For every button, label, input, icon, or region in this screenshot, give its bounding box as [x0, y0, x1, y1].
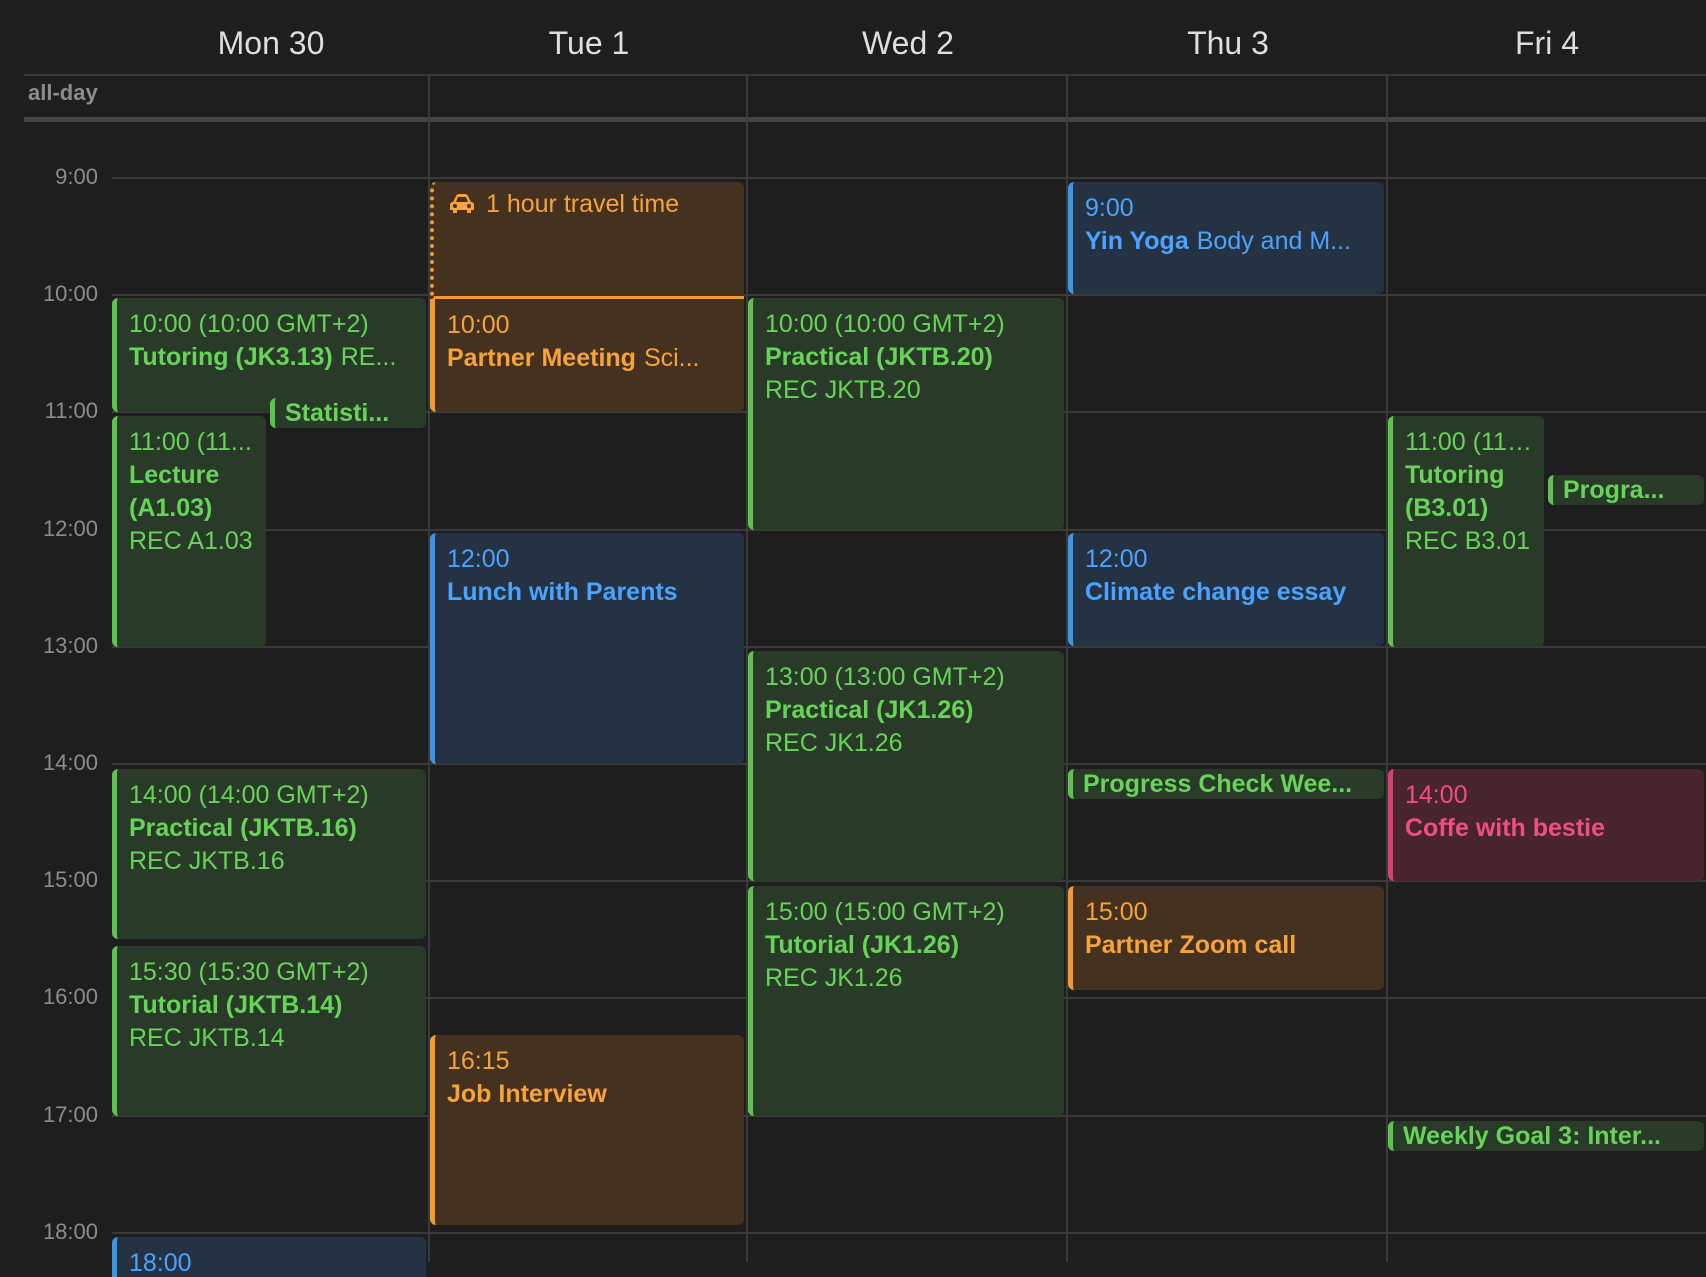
event-time: 14:00	[1405, 781, 1468, 809]
event-time: 15:00	[1085, 898, 1148, 926]
event-statistics[interactable]: Statisti...	[270, 398, 426, 428]
hour-label: 13:00	[42, 633, 98, 658]
day-header-fri[interactable]: Fri 4	[1388, 18, 1706, 68]
event-1800[interactable]: 18:00	[112, 1237, 426, 1277]
hour-label: 15:00	[42, 867, 98, 892]
event-title: Practical (JKTB.16)	[129, 814, 357, 842]
day-header-wed[interactable]: Wed 2	[748, 18, 1068, 68]
event-time: 14:00 (14:00 GMT+2)	[129, 781, 369, 809]
day-header-thu[interactable]: Thu 3	[1068, 18, 1388, 68]
event-location: REC JKTB.20	[765, 376, 921, 404]
event-title: Coffe with bestie	[1405, 814, 1606, 842]
travel-time-block[interactable]: 1 hour travel time	[430, 182, 744, 299]
event-time: 12:00	[1085, 545, 1148, 573]
event-title: Tutorial (JK1.26)	[765, 931, 960, 959]
event-time: 15:00 (15:00 GMT+2)	[765, 898, 1005, 926]
event-title: Job Interview	[447, 1080, 607, 1108]
column-divider	[1386, 75, 1388, 1262]
hour-label: 17:00	[42, 1102, 98, 1127]
hour-label: 12:00	[42, 516, 98, 541]
event-tutorial-jktb14[interactable]: 15:30 (15:30 GMT+2) Tutorial (JKTB.14) R…	[112, 946, 426, 1116]
event-job-interview[interactable]: 16:15 Job Interview	[430, 1035, 744, 1225]
hour-label: 18:00	[42, 1219, 98, 1244]
hour-label: 9:00	[55, 164, 98, 189]
event-progress-check[interactable]: Progress Check Wee...	[1068, 769, 1384, 799]
hour-label: 10:00	[42, 281, 98, 306]
event-location: REC B3.01	[1405, 527, 1531, 555]
event-title: Practical (JKTB.20)	[765, 343, 993, 371]
event-time: 12:00	[447, 545, 510, 573]
week-calendar: Mon 30 Tue 1 Wed 2 Thu 3 Fri 4 all-day 9…	[0, 0, 1706, 1277]
event-location: REC JKTB.16	[129, 847, 285, 875]
car-icon	[450, 194, 474, 213]
event-practical-jktb16[interactable]: 14:00 (14:00 GMT+2) Practical (JKTB.16) …	[112, 769, 426, 939]
event-coffee-with-bestie[interactable]: 14:00 Coffe with bestie	[1388, 769, 1704, 881]
hour-label: 16:00	[42, 984, 98, 1009]
event-tutoring-jk313[interactable]: 10:00 (10:00 GMT+2) Tutoring (JK3.13) RE.…	[112, 298, 426, 412]
event-time: 18:00	[129, 1249, 192, 1277]
event-subtitle: Body and M...	[1196, 227, 1351, 255]
allday-label: all-day	[28, 80, 98, 105]
event-tutorial-jk126[interactable]: 15:00 (15:00 GMT+2) Tutorial (JK1.26) RE…	[748, 886, 1064, 1116]
hour-label: 11:00	[44, 398, 98, 423]
event-title: Yin Yoga	[1085, 227, 1189, 255]
event-title: Tutoring (B3.01)	[1405, 461, 1505, 522]
day-header-mon[interactable]: Mon 30	[112, 18, 430, 68]
event-location: REC A1.03	[129, 527, 253, 555]
event-title: Lecture (A1.03)	[129, 461, 220, 522]
event-time: 15:30 (15:30 GMT+2)	[129, 958, 369, 986]
event-title: Partner Meeting	[447, 344, 636, 372]
allday-divider	[24, 117, 1706, 122]
event-time: 13:00 (13:00 GMT+2)	[765, 663, 1005, 691]
hour-line	[112, 177, 1706, 179]
event-climate-change-essay[interactable]: 12:00 Climate change essay	[1068, 533, 1384, 646]
event-title: Climate change essay	[1085, 578, 1347, 606]
event-practical-jktb20[interactable]: 10:00 (10:00 GMT+2) Practical (JKTB.20) …	[748, 298, 1064, 530]
event-title: Partner Zoom call	[1085, 931, 1297, 959]
event-time: 10:00 (10:00 GMT+2)	[129, 310, 369, 338]
event-location: RE...	[340, 343, 397, 371]
event-programming[interactable]: Progra...	[1548, 475, 1704, 505]
event-location: REC JKTB.14	[129, 1024, 285, 1052]
event-time: 11:00 (11:...	[1405, 428, 1534, 456]
event-lecture-a103[interactable]: 11:00 (11... Lecture (A1.03) REC A1.03	[112, 416, 266, 647]
event-title: Tutorial (JKTB.14)	[129, 991, 343, 1019]
event-time: 10:00	[447, 311, 510, 339]
event-tutoring-b301[interactable]: 11:00 (11:... Tutoring (B3.01) REC B3.01	[1388, 416, 1544, 647]
hour-line	[112, 294, 1706, 296]
hour-line	[112, 1232, 1706, 1234]
event-weekly-goal-3[interactable]: Weekly Goal 3: Inter...	[1388, 1121, 1704, 1151]
header-divider	[24, 74, 1706, 76]
event-subtitle: Sci...	[643, 344, 700, 372]
event-location: REC JK1.26	[765, 729, 903, 757]
event-title: Tutoring (JK3.13)	[129, 343, 333, 371]
event-time: 16:15	[447, 1047, 510, 1075]
event-practical-jk126[interactable]: 13:00 (13:00 GMT+2) Practical (JK1.26) R…	[748, 651, 1064, 881]
hour-label: 14:00	[42, 750, 98, 775]
day-header-tue[interactable]: Tue 1	[430, 18, 748, 68]
event-partner-meeting[interactable]: 10:00 Partner Meeting Sci...	[430, 299, 744, 412]
event-title: Practical (JK1.26)	[765, 696, 974, 724]
event-yin-yoga[interactable]: 9:00 Yin Yoga Body and M...	[1068, 182, 1384, 294]
travel-time-label: 1 hour travel time	[486, 190, 680, 218]
event-partner-zoom-call[interactable]: 15:00 Partner Zoom call	[1068, 886, 1384, 990]
event-location: REC JK1.26	[765, 964, 903, 992]
event-time: 10:00 (10:00 GMT+2)	[765, 310, 1005, 338]
event-title: Lunch with Parents	[447, 578, 678, 606]
event-time: 9:00	[1085, 194, 1134, 222]
event-lunch-with-parents[interactable]: 12:00 Lunch with Parents	[430, 533, 744, 764]
event-time: 11:00 (11...	[129, 428, 252, 456]
